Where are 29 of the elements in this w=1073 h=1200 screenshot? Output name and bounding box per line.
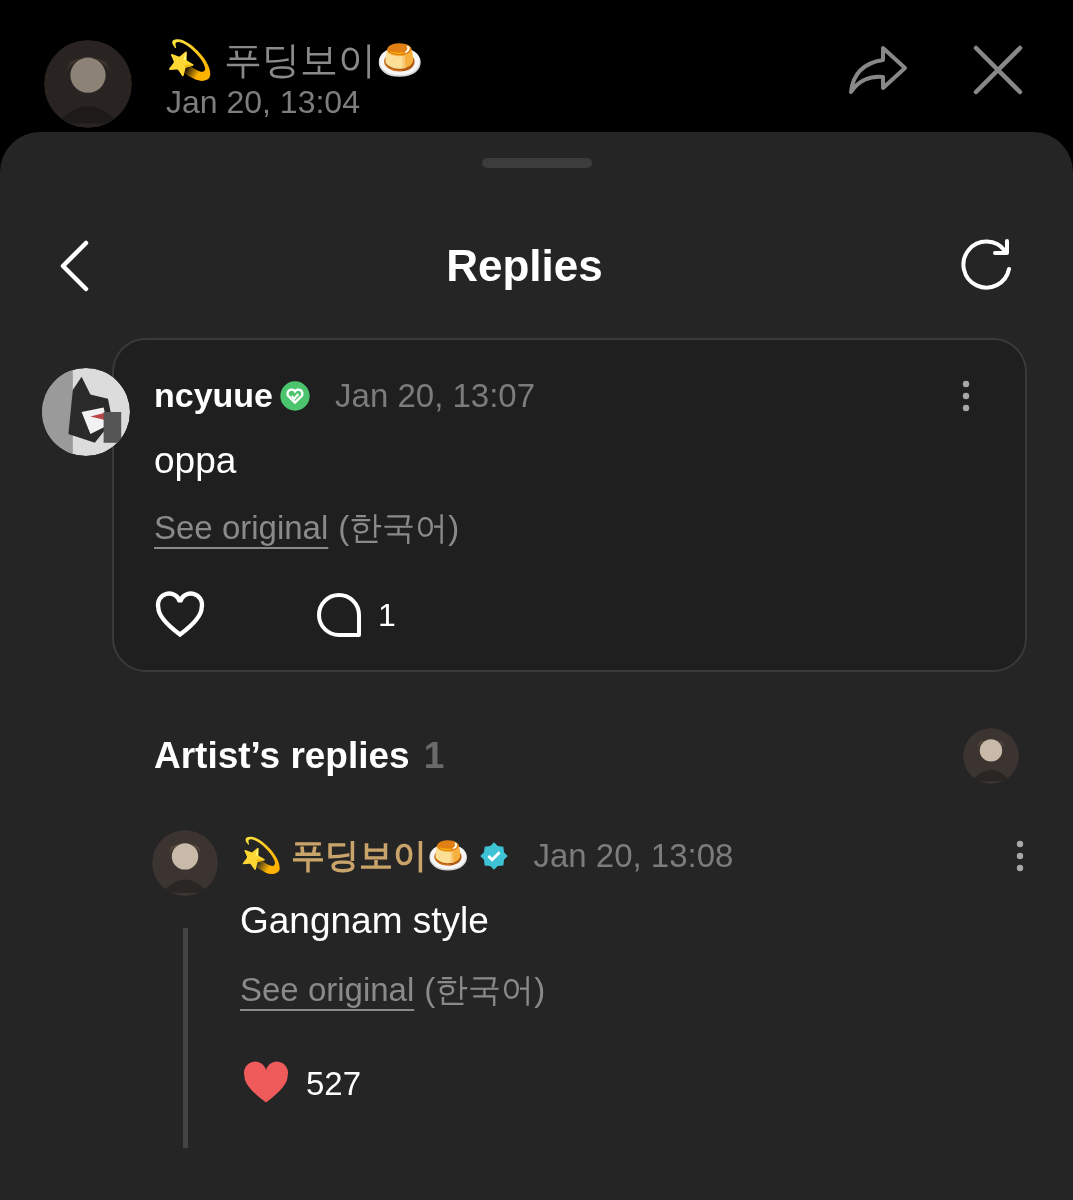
verified-badge-icon	[279, 379, 312, 412]
comment-text: oppa	[154, 439, 238, 483]
author-name: ncyuue	[154, 375, 274, 416]
comment-icon[interactable]	[316, 591, 362, 638]
back-icon[interactable]	[58, 240, 90, 292]
see-original-link[interactable]: See original	[240, 965, 415, 1015]
heart-icon[interactable]	[154, 590, 206, 639]
section-title: Artist’s replies	[154, 734, 410, 779]
verified-badge-icon	[479, 840, 510, 871]
like-count: 527	[306, 1063, 362, 1104]
page-title: Replies	[446, 240, 603, 292]
comment-time: Jan 20, 13:07	[335, 375, 536, 416]
author-name: 💫 푸딩보이🍮	[240, 835, 470, 876]
reply-count: 1	[423, 734, 445, 779]
avatar	[152, 830, 218, 896]
more-icon[interactable]	[961, 378, 971, 413]
reply-text: Gangnam style	[240, 899, 490, 943]
language-label: (한국어)	[424, 970, 546, 1010]
share-icon[interactable]	[847, 44, 909, 96]
more-icon[interactable]	[1015, 838, 1025, 873]
close-icon[interactable]	[973, 45, 1023, 95]
language-label: (한국어)	[338, 508, 460, 548]
post-time: Jan 20, 13:04	[166, 84, 361, 120]
drag-handle[interactable]	[481, 158, 592, 168]
reply-time: Jan 20, 13:08	[533, 835, 734, 876]
reply-count: 1	[378, 595, 396, 635]
see-original-link[interactable]: See original	[154, 503, 329, 553]
author-name: 💫 푸딩보이🍮	[166, 38, 423, 83]
avatar	[963, 728, 1019, 784]
